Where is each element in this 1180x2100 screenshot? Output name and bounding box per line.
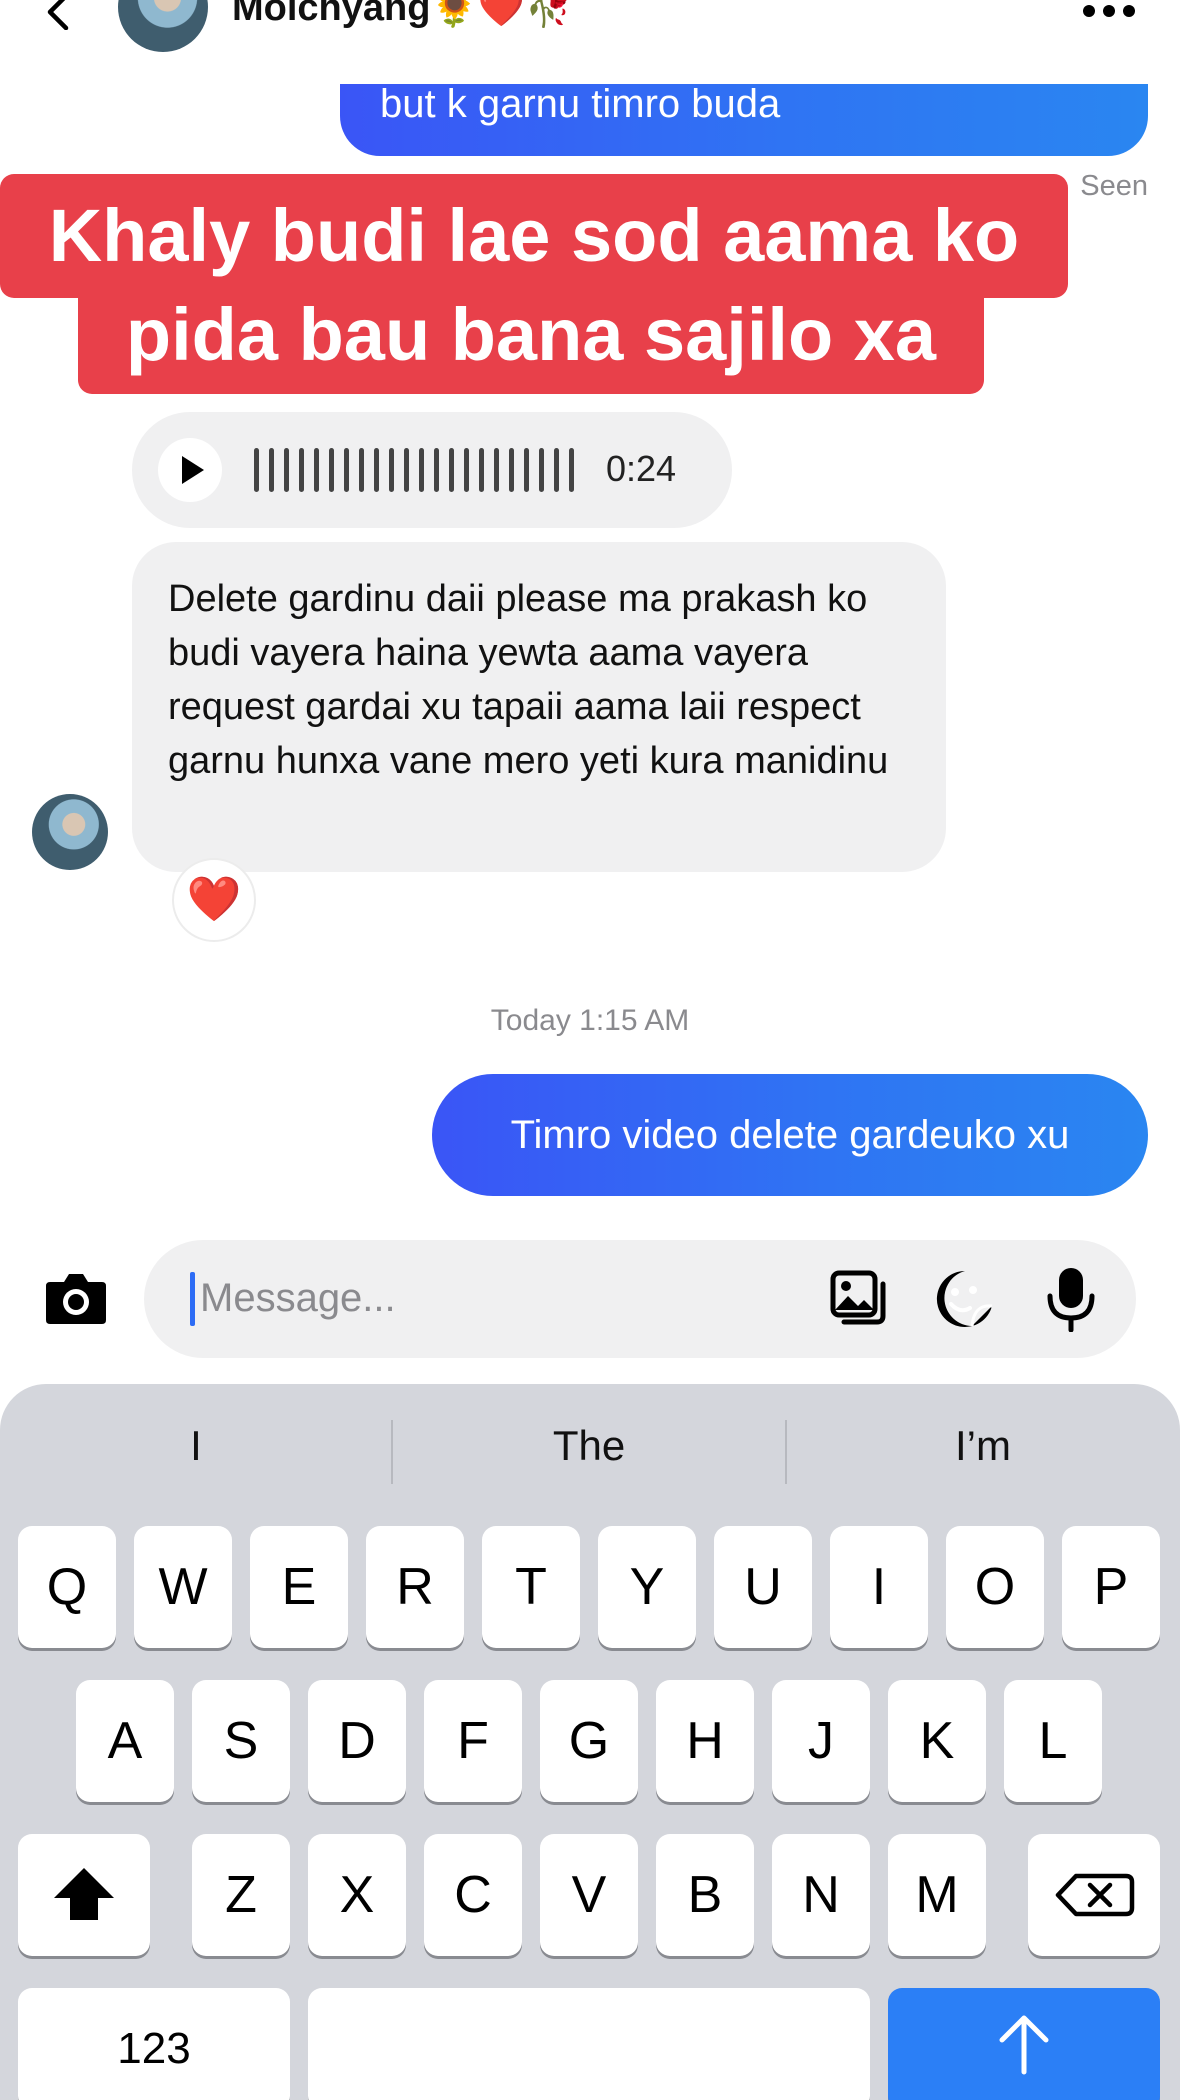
backspace-key[interactable] xyxy=(1028,1834,1160,1956)
more-options-icon[interactable] xyxy=(1082,4,1136,18)
key-j[interactable]: J xyxy=(772,1680,870,1802)
suggestion-item[interactable]: The xyxy=(393,1422,785,1470)
message-timestamp: Today 1:15 AM xyxy=(490,1004,690,1037)
suggestion-item[interactable]: I’m xyxy=(787,1422,1179,1470)
key-f[interactable]: F xyxy=(424,1680,522,1802)
audio-waveform xyxy=(254,448,574,492)
arrow-up-icon xyxy=(999,2015,1049,2075)
play-icon xyxy=(182,456,204,484)
key-z[interactable]: Z xyxy=(192,1834,290,1956)
key-l[interactable]: L xyxy=(1004,1680,1102,1802)
play-button[interactable] xyxy=(158,438,222,502)
key-i[interactable]: I xyxy=(830,1526,928,1648)
outgoing-message-bubble[interactable]: Timro video delete gardeuko xu xyxy=(432,1074,1148,1196)
suggestion-bar: I The I’m xyxy=(0,1384,1180,1514)
key-g[interactable]: G xyxy=(540,1680,638,1802)
camera-icon[interactable] xyxy=(42,1268,110,1330)
voice-duration: 0:24 xyxy=(606,448,677,489)
back-arrow-icon[interactable] xyxy=(42,0,78,30)
key-c[interactable]: C xyxy=(424,1834,522,1956)
message-text: Delete gardinu daii please ma prakash ko… xyxy=(168,578,889,782)
sender-avatar[interactable] xyxy=(32,794,108,870)
message-text: but k garnu timro buda xyxy=(380,84,781,126)
key-e[interactable]: E xyxy=(250,1526,348,1648)
key-q[interactable]: Q xyxy=(18,1526,116,1648)
key-p[interactable]: P xyxy=(1062,1526,1160,1648)
key-d[interactable]: D xyxy=(308,1680,406,1802)
chat-header: Moichyang🌻❤️🥀 xyxy=(0,0,1180,70)
message-text: Timro video delete gardeuko xu xyxy=(510,1113,1070,1157)
key-o[interactable]: O xyxy=(946,1526,1044,1648)
suggestion-item[interactable]: I xyxy=(0,1422,392,1470)
microphone-icon[interactable] xyxy=(1044,1266,1098,1332)
key-k[interactable]: K xyxy=(888,1680,986,1802)
backspace-icon xyxy=(1055,1873,1135,1917)
space-key[interactable] xyxy=(308,1988,870,2100)
key-h[interactable]: H xyxy=(656,1680,754,1802)
key-u[interactable]: U xyxy=(714,1526,812,1648)
shift-key[interactable] xyxy=(18,1834,150,1956)
contact-name[interactable]: Moichyang🌻❤️🥀 xyxy=(232,0,572,30)
message-input[interactable] xyxy=(200,1268,720,1328)
key-t[interactable]: T xyxy=(482,1526,580,1648)
onscreen-keyboard: I The I’m Q W E R T Y U I O P A S D F G … xyxy=(0,1384,1180,2100)
key-m[interactable]: M xyxy=(888,1834,986,1956)
sticker-icon[interactable] xyxy=(934,1268,996,1330)
key-a[interactable]: A xyxy=(76,1680,174,1802)
key-x[interactable]: X xyxy=(308,1834,406,1956)
heart-reaction[interactable]: ❤️ xyxy=(172,858,256,942)
caption-overlay-line-1: Khaly budi lae sod aama ko xyxy=(0,174,1068,298)
outgoing-message-bubble[interactable]: but k garnu timro buda xyxy=(340,84,1148,156)
key-v[interactable]: V xyxy=(540,1834,638,1956)
text-cursor xyxy=(190,1272,195,1326)
key-w[interactable]: W xyxy=(134,1526,232,1648)
gallery-icon[interactable] xyxy=(830,1270,888,1328)
key-n[interactable]: N xyxy=(772,1834,870,1956)
voice-message-bubble[interactable]: 0:24 xyxy=(132,412,732,528)
shift-icon xyxy=(54,1868,114,1920)
key-s[interactable]: S xyxy=(192,1680,290,1802)
send-key[interactable] xyxy=(888,1988,1160,2100)
incoming-message-bubble[interactable]: Delete gardinu daii please ma prakash ko… xyxy=(132,542,946,872)
contact-avatar[interactable] xyxy=(118,0,208,52)
key-y[interactable]: Y xyxy=(598,1526,696,1648)
key-r[interactable]: R xyxy=(366,1526,464,1648)
caption-overlay-line-2: pida bau bana sajilo xa xyxy=(78,290,984,394)
message-composer[interactable] xyxy=(144,1240,1136,1358)
numbers-key[interactable]: 123 xyxy=(18,1988,290,2100)
seen-status: Seen xyxy=(1080,170,1148,202)
key-b[interactable]: B xyxy=(656,1834,754,1956)
